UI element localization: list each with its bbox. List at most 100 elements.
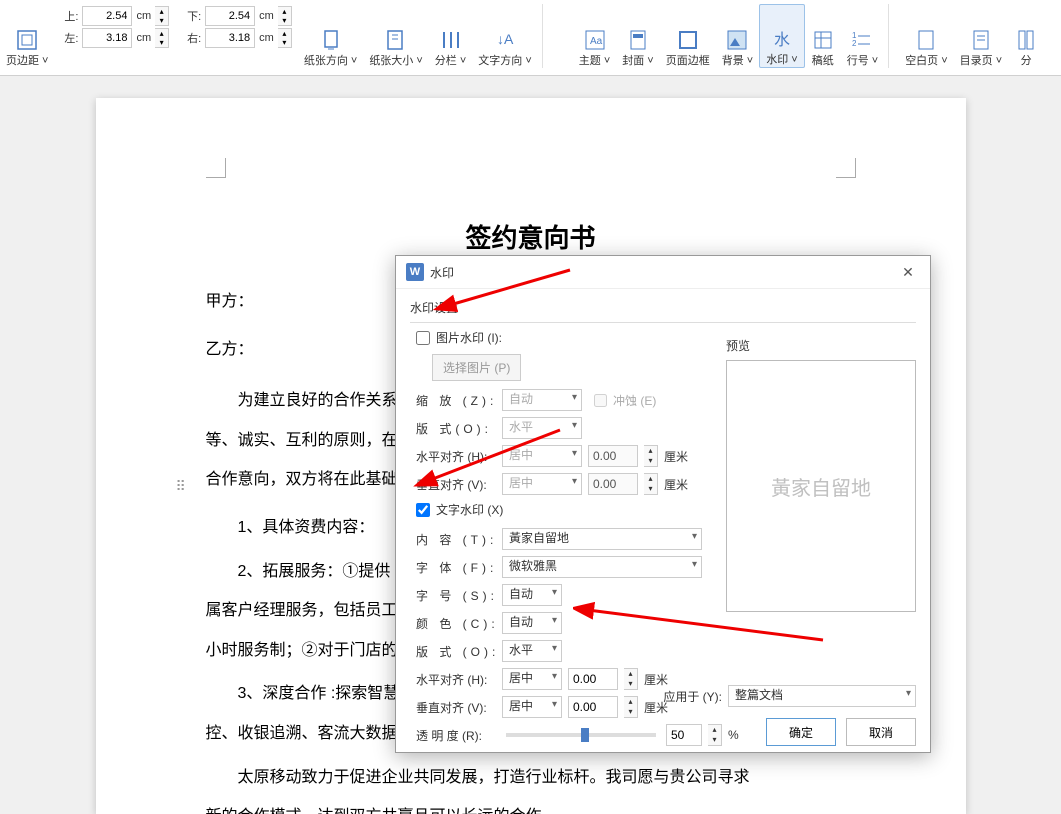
margin-top-input[interactable] [82, 6, 132, 26]
color-dropdown[interactable]: 自动 [502, 612, 562, 634]
background-button[interactable]: 背景 ˅ [716, 4, 759, 68]
separator-icon [1014, 28, 1038, 52]
svg-text:2: 2 [852, 39, 857, 48]
dialog-button-row: 确定 取消 [766, 718, 916, 746]
layout1-dropdown[interactable]: 水平 [502, 417, 582, 439]
halign2-dropdown[interactable]: 居中 [502, 668, 562, 690]
watermark-button[interactable]: 水 水印 ˅ [759, 4, 804, 68]
opacity-value[interactable] [666, 724, 702, 746]
margins-button[interactable]: 页边距 ˅ [0, 4, 54, 68]
margin-left-unit: cm [136, 32, 151, 44]
zoom-label: 缩 放 (Z): [416, 392, 496, 409]
blank-icon [914, 28, 938, 52]
margin-top-label: 上: [60, 8, 78, 24]
text-watermark-checkbox[interactable] [416, 503, 430, 517]
orientation-button[interactable]: 纸张方向 ˅ [298, 4, 363, 68]
page-corner-mark [206, 158, 226, 178]
manuscript-label: 稿纸 [812, 52, 834, 68]
valign1-label: 垂直对齐 (V): [416, 476, 496, 493]
cover-button[interactable]: 封面 ˅ [616, 4, 659, 68]
opacity-label: 透 明 度 (R): [416, 727, 496, 744]
margin-right-input[interactable] [205, 28, 255, 48]
halign1-label: 水平对齐 (H): [416, 448, 496, 465]
theme-button[interactable]: Aa 主题 ˅ [573, 4, 616, 68]
content-dropdown[interactable]: 黃家自留地 [502, 528, 702, 550]
apply-label: 应用于 (Y): [663, 688, 722, 705]
halign2-offset[interactable] [568, 668, 618, 690]
watermark-label: 水印 ˅ [766, 51, 797, 67]
doc-item: 太原移动致力于促进企业共同发展，打造行业标杆。我司愿与贵公司寻求 [206, 761, 856, 795]
margin-left-input[interactable] [82, 28, 132, 48]
close-button[interactable]: ✕ [896, 262, 920, 282]
spinner[interactable]: ▴▾ [644, 473, 658, 495]
margins-icon [15, 28, 39, 52]
spinner[interactable]: ▴▾ [155, 6, 169, 26]
cancel-button[interactable]: 取消 [846, 718, 916, 746]
valign2-offset[interactable] [568, 696, 618, 718]
separator-label: 分 [1021, 52, 1032, 68]
theme-label: 主题 ˅ [579, 52, 610, 68]
columns-label: 分栏 ˅ [435, 52, 466, 68]
layout1-label: 版 式(O): [416, 420, 496, 437]
pagesize-button[interactable]: 纸张大小 ˅ [363, 4, 428, 68]
spinner[interactable]: ▴▾ [708, 724, 722, 746]
select-picture-button[interactable]: 选择图片 (P) [432, 354, 521, 381]
opacity-slider[interactable] [506, 733, 656, 737]
margin-right-label: 右: [183, 30, 201, 46]
margin-left-label: 左: [60, 30, 78, 46]
spinner[interactable]: ▴▾ [624, 696, 638, 718]
dialog-body: 水印设置 图片水印 (I): 选择图片 (P) 缩 放 (Z): 自动 冲蚀 (… [396, 289, 930, 758]
washout-checkbox[interactable] [594, 394, 607, 407]
toc-label: 目录页 ˅ [960, 52, 1002, 68]
content-label: 内 容 (T): [416, 531, 496, 548]
picture-watermark-checkbox[interactable] [416, 331, 430, 345]
apply-dropdown[interactable]: 整篇文档 [728, 685, 916, 707]
dialog-titlebar[interactable]: W 水印 ✕ [396, 256, 930, 289]
drag-handle-icon[interactable]: ⠿ [176, 478, 188, 495]
doc-item: 新的合作模式，达到双方共赢且可以长远的合作。 [206, 800, 856, 814]
svg-text:水: 水 [774, 31, 790, 49]
ribbon-toolbar: 页边距 ˅ 上: cm ▴▾ 下: cm ▴▾ 左: cm ▴▾ 右: cm ▴… [0, 0, 1061, 76]
manuscript-button[interactable]: 稿纸 [805, 4, 841, 68]
halign1-offset[interactable] [588, 445, 638, 467]
spinner[interactable]: ▴▾ [155, 28, 169, 48]
valign1-offset[interactable] [588, 473, 638, 495]
spinner[interactable]: ▴▾ [644, 445, 658, 467]
size-label: 字 号 (S): [416, 587, 496, 604]
margin-bottom-unit: cm [259, 10, 274, 22]
opacity-unit: % [728, 728, 739, 742]
preview-frame: 黃家自留地 [726, 360, 916, 612]
toc-button[interactable]: 目录页 ˅ [954, 4, 1008, 68]
pagebox-button[interactable]: 页面边框 [660, 4, 716, 68]
valign1-dropdown[interactable]: 居中 [502, 473, 582, 495]
spinner[interactable]: ▴▾ [278, 6, 292, 26]
spinner[interactable]: ▴▾ [624, 668, 638, 690]
margin-bottom-label: 下: [183, 8, 201, 24]
separator-button[interactable]: 分 [1008, 4, 1044, 68]
linenum-icon: 12 [850, 28, 874, 52]
pagebox-icon [676, 28, 700, 52]
text-watermark-label: 文字水印 (X) [436, 501, 503, 518]
linenum-button[interactable]: 12 行号 ˅ [841, 4, 889, 68]
columns-button[interactable]: 分栏 ˅ [429, 4, 472, 68]
size-dropdown[interactable]: 自动 [502, 584, 562, 606]
watermark-dialog: W 水印 ✕ 水印设置 图片水印 (I): 选择图片 (P) 缩 放 (Z): … [395, 255, 931, 753]
spinner[interactable]: ▴▾ [278, 28, 292, 48]
textdir-button[interactable]: ↓A 文字方向 ˅ [472, 4, 542, 68]
halign1-dropdown[interactable]: 居中 [502, 445, 582, 467]
blank-button[interactable]: 空白页 ˅ [899, 4, 953, 68]
valign2-label: 垂直对齐 (V): [416, 699, 496, 716]
margin-right-unit: cm [259, 32, 274, 44]
valign2-dropdown[interactable]: 居中 [502, 696, 562, 718]
settings-section-label: 水印设置 [410, 299, 916, 316]
washout-label: 冲蚀 (E) [613, 392, 656, 409]
font-dropdown[interactable]: 微软雅黑 [502, 556, 702, 578]
linenum-label: 行号 ˅ [847, 52, 878, 68]
ok-button[interactable]: 确定 [766, 718, 836, 746]
pagesize-label: 纸张大小 ˅ [369, 52, 422, 68]
apply-row: 应用于 (Y): 整篇文档 [663, 685, 916, 707]
zoom-dropdown[interactable]: 自动 [502, 389, 582, 411]
background-icon [725, 28, 749, 52]
layout2-dropdown[interactable]: 水平 [502, 640, 562, 662]
margin-bottom-input[interactable] [205, 6, 255, 26]
